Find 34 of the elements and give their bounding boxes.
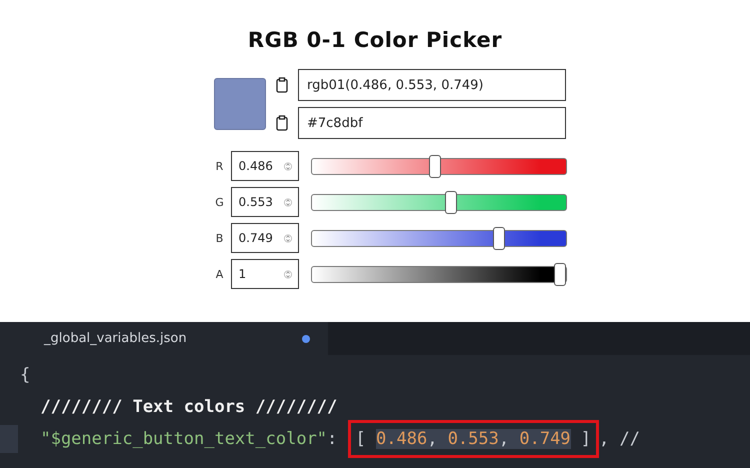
slider-thumb[interactable] (492, 226, 505, 250)
channel-label: B (214, 232, 224, 244)
channel-label: R (214, 160, 224, 172)
color-text-field[interactable]: rgb01(0.486, 0.553, 0.749) (298, 69, 566, 101)
spinner-icon[interactable] (284, 196, 292, 208)
clipboard-icon[interactable] (276, 115, 288, 131)
slider-thumb[interactable] (554, 262, 566, 286)
code-punctuation: , (427, 429, 438, 449)
channel-label: G (214, 196, 225, 208)
spinner-icon[interactable] (284, 268, 292, 280)
code-punctuation: : (327, 429, 338, 449)
spinner-icon[interactable] (284, 232, 292, 244)
number-field[interactable]: 0.486 (230, 151, 298, 181)
code-comment: //////// Text colors //////// (39, 397, 338, 417)
channel-label: A (214, 268, 224, 280)
code-punctuation: [ (356, 429, 367, 449)
json-key: "$generic_button_text_color" (20, 429, 328, 449)
code-punctuation: , (498, 429, 510, 449)
number-value: 0.749 (519, 429, 571, 449)
number-field[interactable]: 0.749 (230, 223, 298, 253)
number-value: 0.486 (376, 429, 428, 449)
number-field[interactable]: 0.553 (230, 187, 298, 217)
spinner-icon[interactable] (284, 160, 292, 172)
file-tab[interactable]: _global_variables.json (0, 322, 328, 355)
code-punctuation: { (20, 365, 30, 385)
clipboard-icon[interactable] (276, 77, 288, 93)
slider-thumb[interactable] (445, 190, 458, 214)
slider-thumb[interactable] (429, 154, 442, 178)
number-value: 0.553 (448, 429, 499, 449)
page-title: RGB 0-1 Color Picker (248, 28, 502, 52)
code-punctuation: ] (580, 429, 592, 449)
number-field[interactable]: 1 (230, 259, 298, 289)
code-punctuation: , // (599, 429, 640, 449)
color-text-field[interactable]: #7c8dbf (298, 107, 566, 139)
